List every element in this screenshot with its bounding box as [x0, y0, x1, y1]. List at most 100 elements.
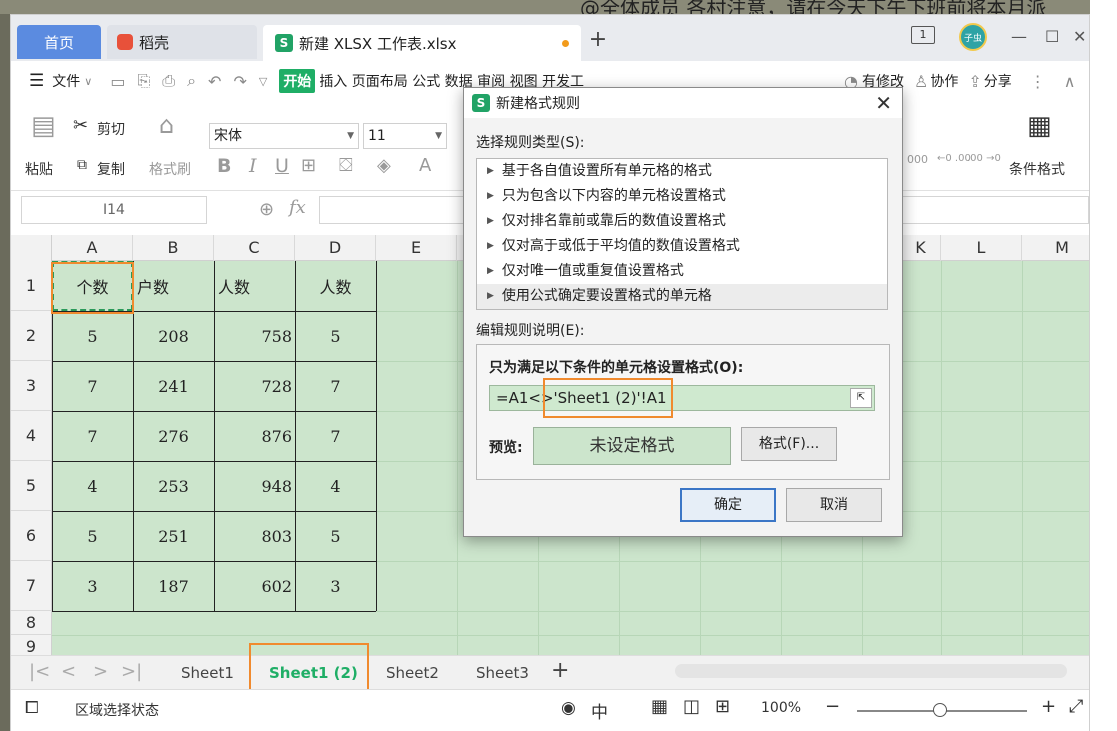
rule-type-item[interactable]: ▶ 仅对高于或低于平均值的数值设置格式: [477, 234, 887, 259]
table-cell[interactable]: 276: [133, 411, 214, 461]
paste-button[interactable]: 粘贴: [25, 159, 53, 179]
row-header-6[interactable]: 6: [11, 511, 52, 561]
hamburger-icon[interactable]: ☰: [29, 71, 44, 91]
page-break-icon[interactable]: ⊞: [715, 696, 730, 717]
font-size-select[interactable]: 11 ▼: [363, 123, 447, 149]
page-layout-icon[interactable]: ◫: [683, 696, 700, 717]
normal-view-icon[interactable]: ▦: [651, 696, 668, 717]
table-cell[interactable]: 5: [52, 311, 133, 361]
cut-button[interactable]: 剪切: [97, 119, 125, 139]
column-header-b[interactable]: B: [133, 235, 214, 261]
eye-protection-icon[interactable]: ◉: [561, 698, 576, 718]
table-cell[interactable]: 4: [295, 461, 376, 511]
export-icon[interactable]: ⎘: [137, 71, 150, 91]
close-icon[interactable]: ✕: [1073, 27, 1086, 46]
row-header-7[interactable]: 7: [11, 561, 52, 611]
column-header-d[interactable]: D: [295, 235, 376, 261]
border-icon[interactable]: ⊞: [301, 155, 316, 176]
column-header-k[interactable]: K: [901, 235, 941, 261]
row-header-8[interactable]: 8: [11, 611, 52, 635]
font-name-select[interactable]: 宋体 ▼: [209, 123, 359, 149]
column-header-a[interactable]: A: [52, 235, 133, 261]
column-header-l[interactable]: L: [941, 235, 1022, 261]
macro-record-icon[interactable]: ⧠: [25, 698, 39, 718]
rule-type-item-selected[interactable]: ▶ 使用公式确定要设置格式的单元格: [477, 284, 887, 309]
rule-type-list[interactable]: ▶ 基于各自值设置所有单元格的格式 ▶ 只为包含以下内容的单元格设置格式 ▶ 仅对排名…: [476, 158, 888, 310]
sheet-tab-3[interactable]: Sheet2: [386, 664, 439, 682]
table-cell[interactable]: 241: [133, 361, 214, 411]
scissors-icon[interactable]: ✂: [73, 115, 88, 136]
column-header-c[interactable]: C: [214, 235, 295, 261]
table-cell[interactable]: 4: [52, 461, 133, 511]
chevron-down-icon[interactable]: ∨: [84, 75, 92, 88]
conditional-format-button[interactable]: 条件格式: [1009, 159, 1065, 179]
decrease-decimal-button[interactable]: .00 →0: [967, 153, 1001, 164]
last-sheet-icon[interactable]: >|: [121, 661, 142, 682]
table-cell[interactable]: 187: [133, 561, 214, 611]
row-header-5[interactable]: 5: [11, 461, 52, 511]
zoom-out-icon[interactable]: −: [825, 696, 840, 717]
fill-color-icon[interactable]: ⛋: [339, 155, 353, 176]
input-method-icon[interactable]: 中: [591, 698, 608, 723]
table-cell[interactable]: 253: [133, 461, 214, 511]
rule-type-item[interactable]: ▶ 仅对排名靠前或靠后的数值设置格式: [477, 209, 887, 234]
redo-icon[interactable]: ↷: [233, 72, 246, 91]
copy-icon[interactable]: ⧉: [77, 157, 87, 173]
next-sheet-icon[interactable]: >: [93, 661, 108, 682]
bold-button[interactable]: B: [217, 155, 231, 177]
format-painter-icon[interactable]: ⌂: [159, 111, 174, 139]
table-cell[interactable]: 251: [133, 511, 214, 561]
user-avatar[interactable]: 子虫: [959, 23, 987, 51]
zoom-in-icon[interactable]: +: [1041, 696, 1056, 717]
highlight-icon[interactable]: ◈: [377, 155, 391, 176]
column-header-m[interactable]: M: [1022, 235, 1089, 261]
row-header-1[interactable]: 1: [11, 261, 52, 311]
copy-button[interactable]: 复制: [97, 159, 125, 179]
thousands-separator-button[interactable]: 000: [907, 153, 928, 166]
row-header-3[interactable]: 3: [11, 361, 52, 411]
row-header-9[interactable]: 9: [11, 635, 52, 655]
rule-type-item[interactable]: ▶ 只为包含以下内容的单元格设置格式: [477, 184, 887, 209]
menu-share[interactable]: 分享: [984, 71, 1012, 91]
table-cell[interactable]: 5: [52, 511, 133, 561]
table-cell[interactable]: 728: [214, 361, 292, 411]
column-header-e[interactable]: E: [376, 235, 457, 261]
range-picker-icon[interactable]: ⇱: [850, 388, 872, 408]
new-tab-button[interactable]: +: [585, 27, 611, 52]
name-box[interactable]: I14: [21, 196, 207, 224]
ok-button[interactable]: 确定: [680, 488, 776, 522]
first-sheet-icon[interactable]: |<: [29, 661, 50, 682]
maximize-icon[interactable]: ☐: [1045, 27, 1059, 46]
font-color-icon[interactable]: A: [419, 155, 431, 176]
table-cell[interactable]: 7: [52, 361, 133, 411]
zoom-level[interactable]: 100%: [761, 700, 801, 716]
print-preview-icon[interactable]: ⌕: [187, 71, 196, 91]
menu-collaborate[interactable]: 协作: [930, 71, 958, 91]
select-all-corner[interactable]: [11, 235, 52, 261]
table-cell[interactable]: 876: [214, 411, 292, 461]
table-cell[interactable]: 7: [52, 411, 133, 461]
zoom-icon[interactable]: ⊕: [259, 199, 274, 220]
add-sheet-button[interactable]: +: [551, 658, 569, 683]
table-cell[interactable]: 3: [295, 561, 376, 611]
underline-button[interactable]: U: [275, 155, 289, 177]
undo-icon[interactable]: ↶: [208, 72, 221, 91]
italic-button[interactable]: I: [249, 155, 257, 177]
paste-icon[interactable]: ▤: [31, 111, 56, 141]
tab-docer[interactable]: 稻壳: [107, 25, 257, 59]
format-button[interactable]: 格式(F)...: [741, 427, 837, 461]
menu-tab-home[interactable]: 开始: [279, 69, 316, 93]
cancel-button[interactable]: 取消: [786, 488, 882, 522]
rule-type-item[interactable]: ▶ 基于各自值设置所有单元格的格式: [477, 159, 887, 184]
menu-file[interactable]: 文件: [52, 71, 80, 91]
quick-access-more-icon[interactable]: ▽: [259, 75, 267, 88]
minimize-icon[interactable]: —: [1011, 27, 1027, 46]
print-icon[interactable]: ⎙: [162, 71, 175, 91]
table-cell[interactable]: 7: [295, 361, 376, 411]
horizontal-scrollbar[interactable]: [675, 664, 1067, 678]
cell-c1[interactable]: 人数: [216, 261, 295, 311]
fx-icon[interactable]: fx: [289, 197, 306, 218]
sheet-tab-1[interactable]: Sheet1: [181, 664, 234, 682]
table-cell[interactable]: 758: [214, 311, 292, 361]
dialog-close-icon[interactable]: ✕: [875, 91, 892, 115]
